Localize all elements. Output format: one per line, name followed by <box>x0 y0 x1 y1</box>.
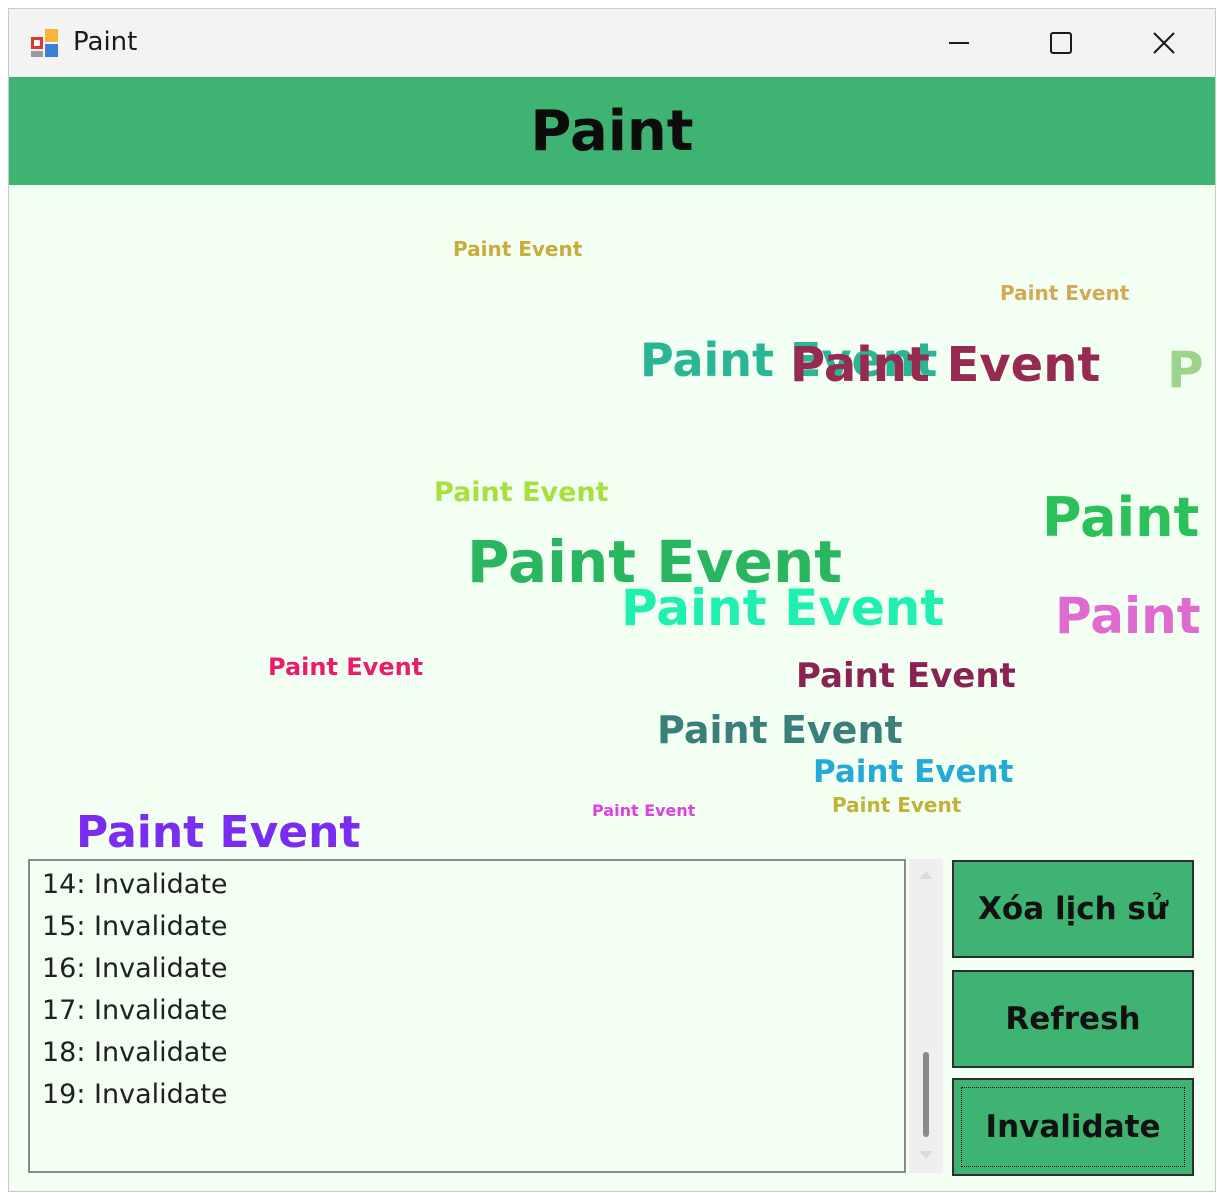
close-icon <box>1152 31 1176 55</box>
invalidate-button[interactable]: Invalidate <box>952 1078 1194 1176</box>
paint-event-text: Paint <box>1055 587 1201 645</box>
minimize-button[interactable] <box>934 23 984 63</box>
scroll-up-icon[interactable] <box>919 871 933 879</box>
list-item[interactable]: 16: Invalidate <box>42 953 228 984</box>
clear-history-button[interactable]: Xóa lịch sử <box>952 860 1194 958</box>
paint-event-text: P <box>1167 341 1204 399</box>
scroll-thumb[interactable] <box>923 1052 929 1137</box>
paint-event-text: Paint Event <box>76 807 361 852</box>
paint-event-text: Paint Event <box>832 793 962 817</box>
paint-event-text: Paint Event <box>621 579 945 637</box>
paint-app-icon <box>29 27 61 59</box>
paint-event-text: Paint Event <box>434 477 609 508</box>
history-scrollbar[interactable] <box>909 859 943 1173</box>
window-title: Paint <box>73 27 138 57</box>
list-item[interactable]: 18: Invalidate <box>42 1037 228 1068</box>
app-window: Paint Paint Paint Event Paint Event Pain… <box>8 8 1216 1192</box>
maximize-icon <box>1049 31 1073 55</box>
paint-event-text: Paint Event <box>592 801 696 820</box>
paint-event-text: Paint Event <box>1000 281 1130 305</box>
close-button[interactable] <box>1139 23 1189 63</box>
list-item[interactable]: 17: Invalidate <box>42 995 228 1026</box>
paint-event-text: Paint Event <box>813 754 1014 790</box>
list-item[interactable]: 15: Invalidate <box>42 911 228 942</box>
title-bar[interactable]: Paint <box>9 9 1215 77</box>
paint-canvas: Paint Event Paint Event Paint Event Pain… <box>9 185 1215 851</box>
paint-event-text: Paint Event <box>790 337 1101 393</box>
header-title: Paint <box>530 98 694 164</box>
maximize-button[interactable] <box>1036 23 1086 63</box>
paint-event-text: Paint <box>1042 486 1200 549</box>
paint-event-text: Paint Event <box>796 656 1016 696</box>
minimize-icon <box>947 31 971 55</box>
scroll-down-icon[interactable] <box>919 1151 933 1159</box>
list-item[interactable]: 19: Invalidate <box>42 1079 228 1110</box>
history-listbox[interactable]: 14: Invalidate 15: Invalidate 16: Invali… <box>28 859 906 1173</box>
list-item[interactable]: 14: Invalidate <box>42 869 228 900</box>
paint-event-text: Paint Event <box>657 708 903 752</box>
refresh-button[interactable]: Refresh <box>952 970 1194 1068</box>
paint-event-text: Paint Event <box>453 237 583 261</box>
header-banner: Paint <box>9 77 1215 185</box>
paint-event-text: Paint Event <box>268 653 424 681</box>
